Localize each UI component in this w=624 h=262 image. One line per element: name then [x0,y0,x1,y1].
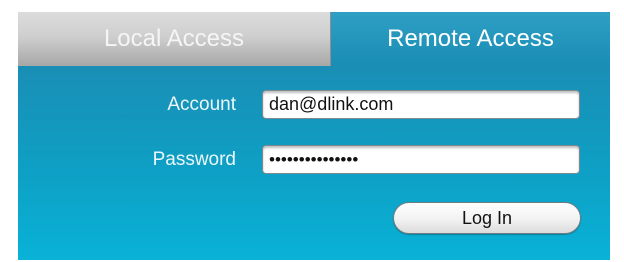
tab-remote-access-label: Remote Access [387,25,554,52]
account-row: Account [18,89,610,121]
account-field[interactable] [262,90,580,119]
password-label: Password [152,149,236,170]
log-in-button[interactable]: Log In [393,202,581,234]
access-tabs: Local Access Remote Access [18,12,610,66]
password-field[interactable] [262,145,580,174]
tab-remote-access[interactable]: Remote Access [331,12,610,66]
account-label: Account [167,94,236,115]
tab-local-access[interactable]: Local Access [18,12,331,66]
password-row: Password [18,144,610,176]
remote-access-panel: Account Password Log In [18,66,610,260]
tab-local-access-label: Local Access [103,25,245,52]
login-dialog: Local Access Remote Access Account Passw… [18,12,610,260]
